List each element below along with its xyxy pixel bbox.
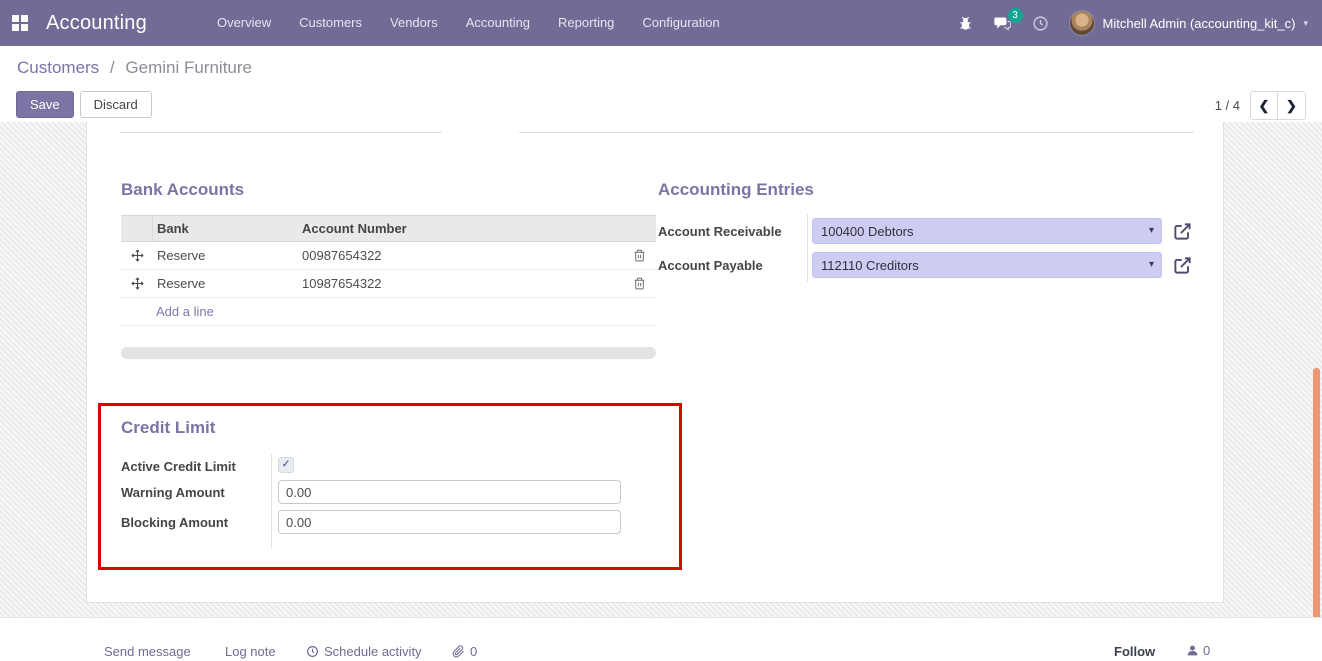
bank-accounts-header: Bank Account Number bbox=[121, 215, 656, 242]
account-payable-select[interactable]: 112110 Creditors ▾ bbox=[812, 252, 1162, 278]
notebook-tabs-bottom-edge bbox=[120, 122, 1194, 133]
caret-down-icon: ▾ bbox=[1149, 225, 1154, 236]
menu-accounting[interactable]: Accounting bbox=[452, 0, 544, 46]
menu-customers[interactable]: Customers bbox=[285, 0, 376, 46]
breadcrumb-customers-link[interactable]: Customers bbox=[17, 58, 99, 77]
bank-accounts-section: Bank Accounts Bank Account Number bbox=[121, 180, 656, 359]
followers-button[interactable]: 0 bbox=[1186, 643, 1210, 658]
column-header-bank[interactable]: Bank bbox=[153, 221, 298, 236]
messages-icon[interactable]: 3 bbox=[993, 15, 1012, 32]
external-link-icon[interactable] bbox=[1173, 222, 1192, 241]
drag-handle-icon[interactable] bbox=[121, 242, 153, 269]
menu-vendors[interactable]: Vendors bbox=[376, 0, 452, 46]
blocking-amount-label: Blocking Amount bbox=[121, 515, 228, 530]
cell-bank[interactable]: Reserve bbox=[153, 276, 298, 291]
menu-overview[interactable]: Overview bbox=[203, 0, 285, 46]
attachment-count: 0 bbox=[470, 644, 477, 659]
paperclip-icon bbox=[452, 645, 465, 658]
warning-amount-input[interactable] bbox=[278, 480, 621, 504]
label-field-divider bbox=[271, 454, 272, 548]
active-credit-limit-label: Active Credit Limit bbox=[121, 459, 236, 474]
caret-down-icon: ▾ bbox=[1149, 259, 1154, 270]
screen: Accounting Overview Customers Vendors Ac… bbox=[0, 0, 1322, 661]
menu-configuration[interactable]: Configuration bbox=[628, 0, 733, 46]
top-navbar: Accounting Overview Customers Vendors Ac… bbox=[0, 0, 1322, 46]
delete-row-icon[interactable] bbox=[623, 249, 656, 262]
avatar bbox=[1069, 10, 1095, 36]
discard-button[interactable]: Discard bbox=[80, 91, 152, 118]
chevron-right-icon: ❯ bbox=[1286, 98, 1297, 114]
delete-row-icon[interactable] bbox=[623, 277, 656, 290]
chevron-left-icon: ❮ bbox=[1259, 98, 1270, 114]
pager-next-button[interactable]: ❯ bbox=[1278, 92, 1305, 119]
warning-amount-label: Warning Amount bbox=[121, 485, 225, 500]
systray: 3 Mitchell Admin (accounting_kit_c) ▾ bbox=[958, 10, 1308, 36]
account-receivable-row: Account Receivable 100400 Debtors ▾ bbox=[658, 214, 1203, 248]
pager-previous-button[interactable]: ❮ bbox=[1251, 92, 1278, 119]
breadcrumb: Customers / Gemini Furniture bbox=[17, 58, 252, 78]
credit-limit-highlight-box: Credit Limit Active Credit Limit ✓ Warni… bbox=[98, 403, 682, 570]
blocking-amount-input[interactable] bbox=[278, 510, 621, 534]
chatter-bar: Send message Log note Schedule activity … bbox=[0, 617, 1322, 661]
bank-accounts-title: Bank Accounts bbox=[121, 180, 656, 200]
credit-limit-title: Credit Limit bbox=[121, 418, 215, 438]
cell-bank[interactable]: Reserve bbox=[153, 248, 298, 263]
table-row[interactable]: Reserve 00987654322 bbox=[121, 242, 656, 270]
breadcrumb-separator: / bbox=[110, 58, 115, 77]
send-message-button[interactable]: Send message bbox=[104, 644, 191, 659]
accounting-entries-title: Accounting Entries bbox=[658, 180, 1203, 200]
content-area: Bank Accounts Bank Account Number bbox=[0, 122, 1322, 617]
account-receivable-label: Account Receivable bbox=[658, 224, 807, 239]
person-icon bbox=[1186, 644, 1199, 657]
horizontal-scrollbar[interactable] bbox=[121, 347, 656, 359]
pager-count: 1 / 4 bbox=[1215, 98, 1240, 113]
add-a-line-link[interactable]: Add a line bbox=[156, 304, 214, 319]
clock-icon bbox=[306, 645, 319, 658]
menu-reporting[interactable]: Reporting bbox=[544, 0, 628, 46]
user-name: Mitchell Admin (accounting_kit_c) bbox=[1103, 16, 1296, 31]
table-row[interactable]: Reserve 10987654322 bbox=[121, 270, 656, 298]
active-credit-limit-checkbox[interactable]: ✓ bbox=[278, 457, 294, 473]
record-pager: 1 / 4 ❮ ❯ bbox=[1215, 91, 1306, 120]
messages-badge: 3 bbox=[1008, 8, 1023, 23]
form-sheet: Bank Accounts Bank Account Number bbox=[86, 122, 1224, 603]
save-button[interactable]: Save bbox=[16, 91, 74, 118]
account-receivable-value: 100400 Debtors bbox=[821, 224, 914, 239]
follow-button[interactable]: Follow bbox=[1114, 644, 1155, 659]
account-payable-value: 112110 Creditors bbox=[821, 258, 919, 273]
accounting-entries-section: Accounting Entries Account Receivable 10… bbox=[658, 180, 1203, 282]
apps-menu-icon[interactable] bbox=[12, 15, 29, 32]
external-link-icon[interactable] bbox=[1173, 256, 1192, 275]
breadcrumb-current: Gemini Furniture bbox=[125, 58, 252, 77]
cell-account-number[interactable]: 10987654322 bbox=[298, 276, 623, 291]
log-note-button[interactable]: Log note bbox=[225, 644, 276, 659]
control-panel: Customers / Gemini Furniture Save Discar… bbox=[0, 46, 1322, 122]
debug-bug-icon[interactable] bbox=[958, 16, 973, 31]
account-receivable-select[interactable]: 100400 Debtors ▾ bbox=[812, 218, 1162, 244]
chevron-down-icon: ▾ bbox=[1303, 18, 1308, 29]
user-menu[interactable]: Mitchell Admin (accounting_kit_c) ▾ bbox=[1069, 10, 1308, 36]
activities-clock-icon[interactable] bbox=[1032, 15, 1049, 32]
vertical-scrollbar-thumb[interactable] bbox=[1313, 368, 1320, 634]
check-icon: ✓ bbox=[282, 460, 290, 470]
bank-accounts-table: Bank Account Number Reserve 00987654322 bbox=[121, 215, 656, 326]
follower-count: 0 bbox=[1203, 643, 1210, 658]
cell-account-number[interactable]: 00987654322 bbox=[298, 248, 623, 263]
drag-handle-icon[interactable] bbox=[121, 270, 153, 297]
account-payable-row: Account Payable 112110 Creditors ▾ bbox=[658, 248, 1203, 282]
account-payable-label: Account Payable bbox=[658, 258, 807, 273]
main-menu: Overview Customers Vendors Accounting Re… bbox=[203, 0, 734, 46]
attachments-button[interactable]: 0 bbox=[452, 644, 477, 659]
app-title[interactable]: Accounting bbox=[46, 12, 147, 35]
schedule-activity-button[interactable]: Schedule activity bbox=[306, 644, 422, 659]
column-header-account-number[interactable]: Account Number bbox=[298, 221, 623, 236]
